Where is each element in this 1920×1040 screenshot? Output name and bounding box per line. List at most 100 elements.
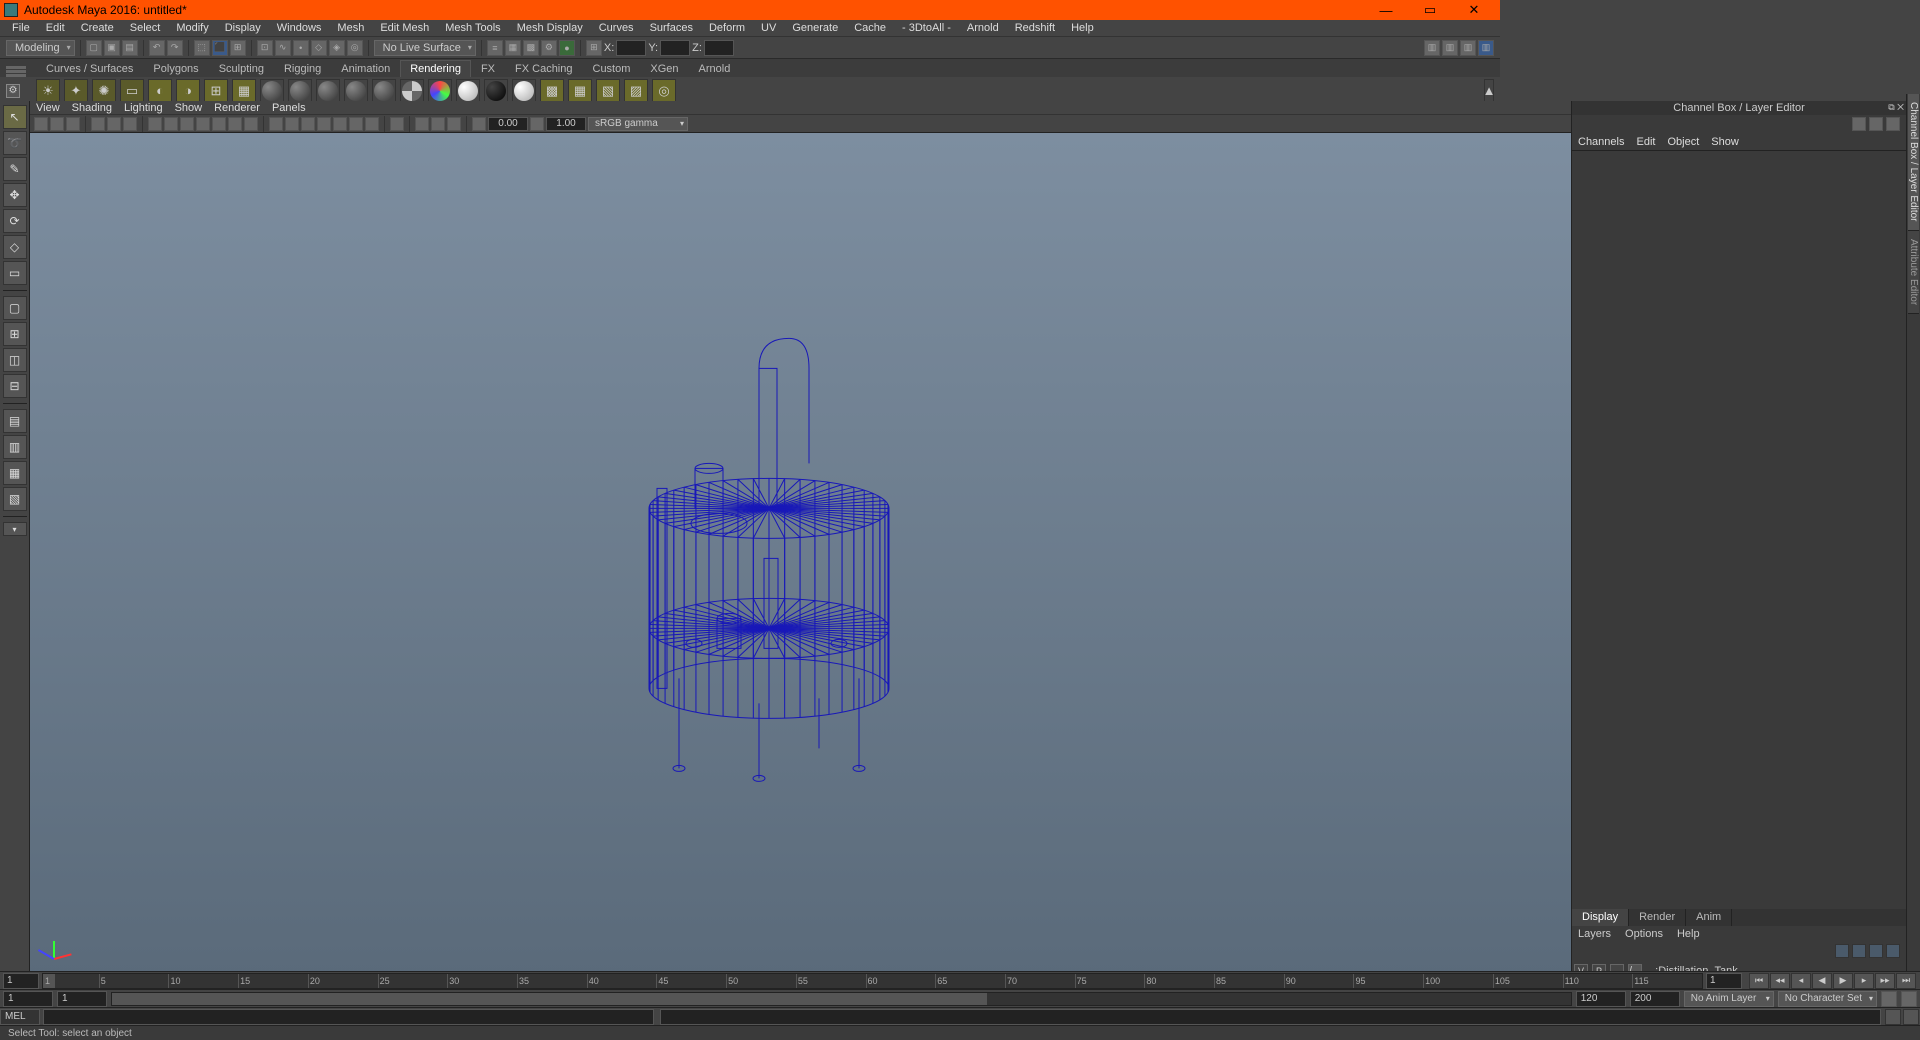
shelf-tab-rigging[interactable]: Rigging [274, 60, 331, 77]
range-handle[interactable] [112, 993, 987, 1005]
hypershade-layout[interactable]: ▦ [3, 461, 27, 485]
gate-mask-icon[interactable] [196, 117, 210, 131]
shadows-icon[interactable] [365, 117, 379, 131]
bookmarks-icon[interactable] [66, 117, 80, 131]
attribute-editor-tab[interactable]: Attribute Editor [1908, 231, 1919, 314]
coord-z-input[interactable] [704, 40, 734, 56]
shading-map-icon[interactable] [428, 79, 452, 103]
step-back-button[interactable]: ◂ [1791, 973, 1811, 989]
gamma-input[interactable] [488, 117, 528, 131]
time-start-field[interactable]: 1 [3, 973, 39, 989]
construction-history-icon[interactable]: ≡ [487, 40, 503, 56]
coord-x-input[interactable] [616, 40, 646, 56]
menu-select[interactable]: Select [122, 21, 169, 35]
2d-texture-icon[interactable]: ▦ [568, 79, 592, 103]
outliner-layout[interactable]: ▤ [3, 409, 27, 433]
menu-surfaces[interactable]: Surfaces [642, 21, 701, 35]
two-pane-stack-layout[interactable]: ⊟ [3, 374, 27, 398]
surface-shader-icon[interactable] [456, 79, 480, 103]
auto-key-toggle[interactable] [1881, 991, 1897, 1007]
use-background-icon[interactable] [484, 79, 508, 103]
panel-menu-renderer[interactable]: Renderer [214, 102, 260, 114]
channel-box-tab[interactable]: Channel Box / Layer Editor [1908, 94, 1919, 231]
rotate-tool[interactable]: ⟳ [3, 209, 27, 233]
time-slider[interactable]: 1 15101520253035404550556065707580859095… [0, 971, 1920, 989]
sidebar-toggle-1-icon[interactable]: ▥ [1424, 40, 1440, 56]
textured-icon[interactable] [333, 117, 347, 131]
layer-tab-render[interactable]: Render [1629, 909, 1686, 926]
anim-layer-combo[interactable]: No Anim Layer [1684, 991, 1774, 1007]
panel-menu-show[interactable]: Show [175, 102, 203, 114]
select-by-object-icon[interactable]: ⬛ [212, 40, 228, 56]
menu-help[interactable]: Help [1063, 21, 1102, 35]
menu-modify[interactable]: Modify [168, 21, 216, 35]
custom-layout[interactable]: ▧ [3, 487, 27, 511]
sidebar-toggle-4-icon[interactable]: ▥ [1478, 40, 1494, 56]
xray-icon[interactable] [415, 117, 429, 131]
range-track[interactable] [111, 992, 1572, 1006]
point-light-icon[interactable]: ✦ [64, 79, 88, 103]
film-gate-icon[interactable] [164, 117, 178, 131]
range-outer-start-field[interactable]: 1 [3, 991, 53, 1007]
displacement-icon[interactable] [512, 79, 536, 103]
scale-tool[interactable]: ◇ [3, 235, 27, 259]
move-tool[interactable]: ✥ [3, 183, 27, 207]
layer-menu-options[interactable]: Options [1625, 928, 1663, 940]
menu-display[interactable]: Display [217, 21, 269, 35]
use-default-material-icon[interactable] [301, 117, 315, 131]
layer-tab-display[interactable]: Display [1572, 909, 1629, 926]
time-ruler[interactable]: 1510152025303540455055606570758085909510… [42, 973, 1703, 989]
minimize-button[interactable]: — [1364, 0, 1408, 20]
snap-curve-icon[interactable]: ∿ [275, 40, 291, 56]
menu-redshift[interactable]: Redshift [1007, 21, 1063, 35]
menu--3dtoall-[interactable]: - 3DtoAll - [894, 21, 959, 35]
isolate-select-icon[interactable] [390, 117, 404, 131]
paint-select-tool[interactable]: ✎ [3, 157, 27, 181]
file-texture-icon[interactable]: ▧ [596, 79, 620, 103]
cb-icon-3[interactable] [1886, 117, 1900, 131]
workspace-combo[interactable]: Modeling [6, 40, 75, 56]
cb-menu-edit[interactable]: Edit [1636, 136, 1655, 148]
wireframe-icon[interactable] [269, 117, 283, 131]
menu-file[interactable]: File [4, 21, 38, 35]
shelf-scroll-up-icon[interactable]: ▲ [1484, 79, 1494, 103]
exposure-icon[interactable] [472, 117, 486, 131]
select-camera-icon[interactable] [34, 117, 48, 131]
render-settings-icon[interactable]: ⚙ [541, 40, 557, 56]
step-forward-button[interactable]: ▸ [1854, 973, 1874, 989]
play-backward-button[interactable]: ◀ [1812, 973, 1832, 989]
go-to-end-button[interactable]: ⏭ [1896, 973, 1916, 989]
camera-attrs-icon[interactable] [50, 117, 64, 131]
maximize-button[interactable]: ▭ [1408, 0, 1452, 20]
shelf-tab-arnold[interactable]: Arnold [689, 60, 741, 77]
undo-icon[interactable]: ↶ [149, 40, 165, 56]
cb-menu-object[interactable]: Object [1667, 136, 1699, 148]
command-input[interactable] [43, 1009, 654, 1025]
cb-menu-channels[interactable]: Channels [1578, 136, 1624, 148]
last-tool[interactable]: ▭ [3, 261, 27, 285]
menu-arnold[interactable]: Arnold [959, 21, 1007, 35]
menu-uv[interactable]: UV [753, 21, 784, 35]
directional-light-icon[interactable]: ☀ [36, 79, 60, 103]
snap-plane-icon[interactable]: ◇ [311, 40, 327, 56]
use-all-lights-icon[interactable] [349, 117, 363, 131]
shelf-tab-xgen[interactable]: XGen [640, 60, 688, 77]
select-by-hierarchy-icon[interactable]: ⬚ [194, 40, 210, 56]
save-scene-icon[interactable]: ▤ [122, 40, 138, 56]
script-language-combo[interactable]: MEL [0, 1009, 40, 1025]
four-pane-layout[interactable]: ⊞ [3, 322, 27, 346]
blinn-material-icon[interactable] [288, 79, 312, 103]
snap-point-icon[interactable]: • [293, 40, 309, 56]
gamma-icon[interactable] [530, 117, 544, 131]
lambert-material-icon[interactable] [260, 79, 284, 103]
go-to-start-button[interactable]: ⏮ [1749, 973, 1769, 989]
xray-joints-icon[interactable] [431, 117, 445, 131]
cb-icon-2[interactable] [1869, 117, 1883, 131]
3d-texture-icon[interactable]: ▩ [540, 79, 564, 103]
live-surface-combo[interactable]: No Live Surface [374, 40, 476, 56]
psd-texture-icon[interactable]: ▨ [624, 79, 648, 103]
step-back-key-button[interactable]: ◂◂ [1770, 973, 1790, 989]
menu-create[interactable]: Create [73, 21, 122, 35]
command-help-icon[interactable] [1903, 1009, 1919, 1025]
batch-render-icon[interactable]: ▦ [232, 79, 256, 103]
